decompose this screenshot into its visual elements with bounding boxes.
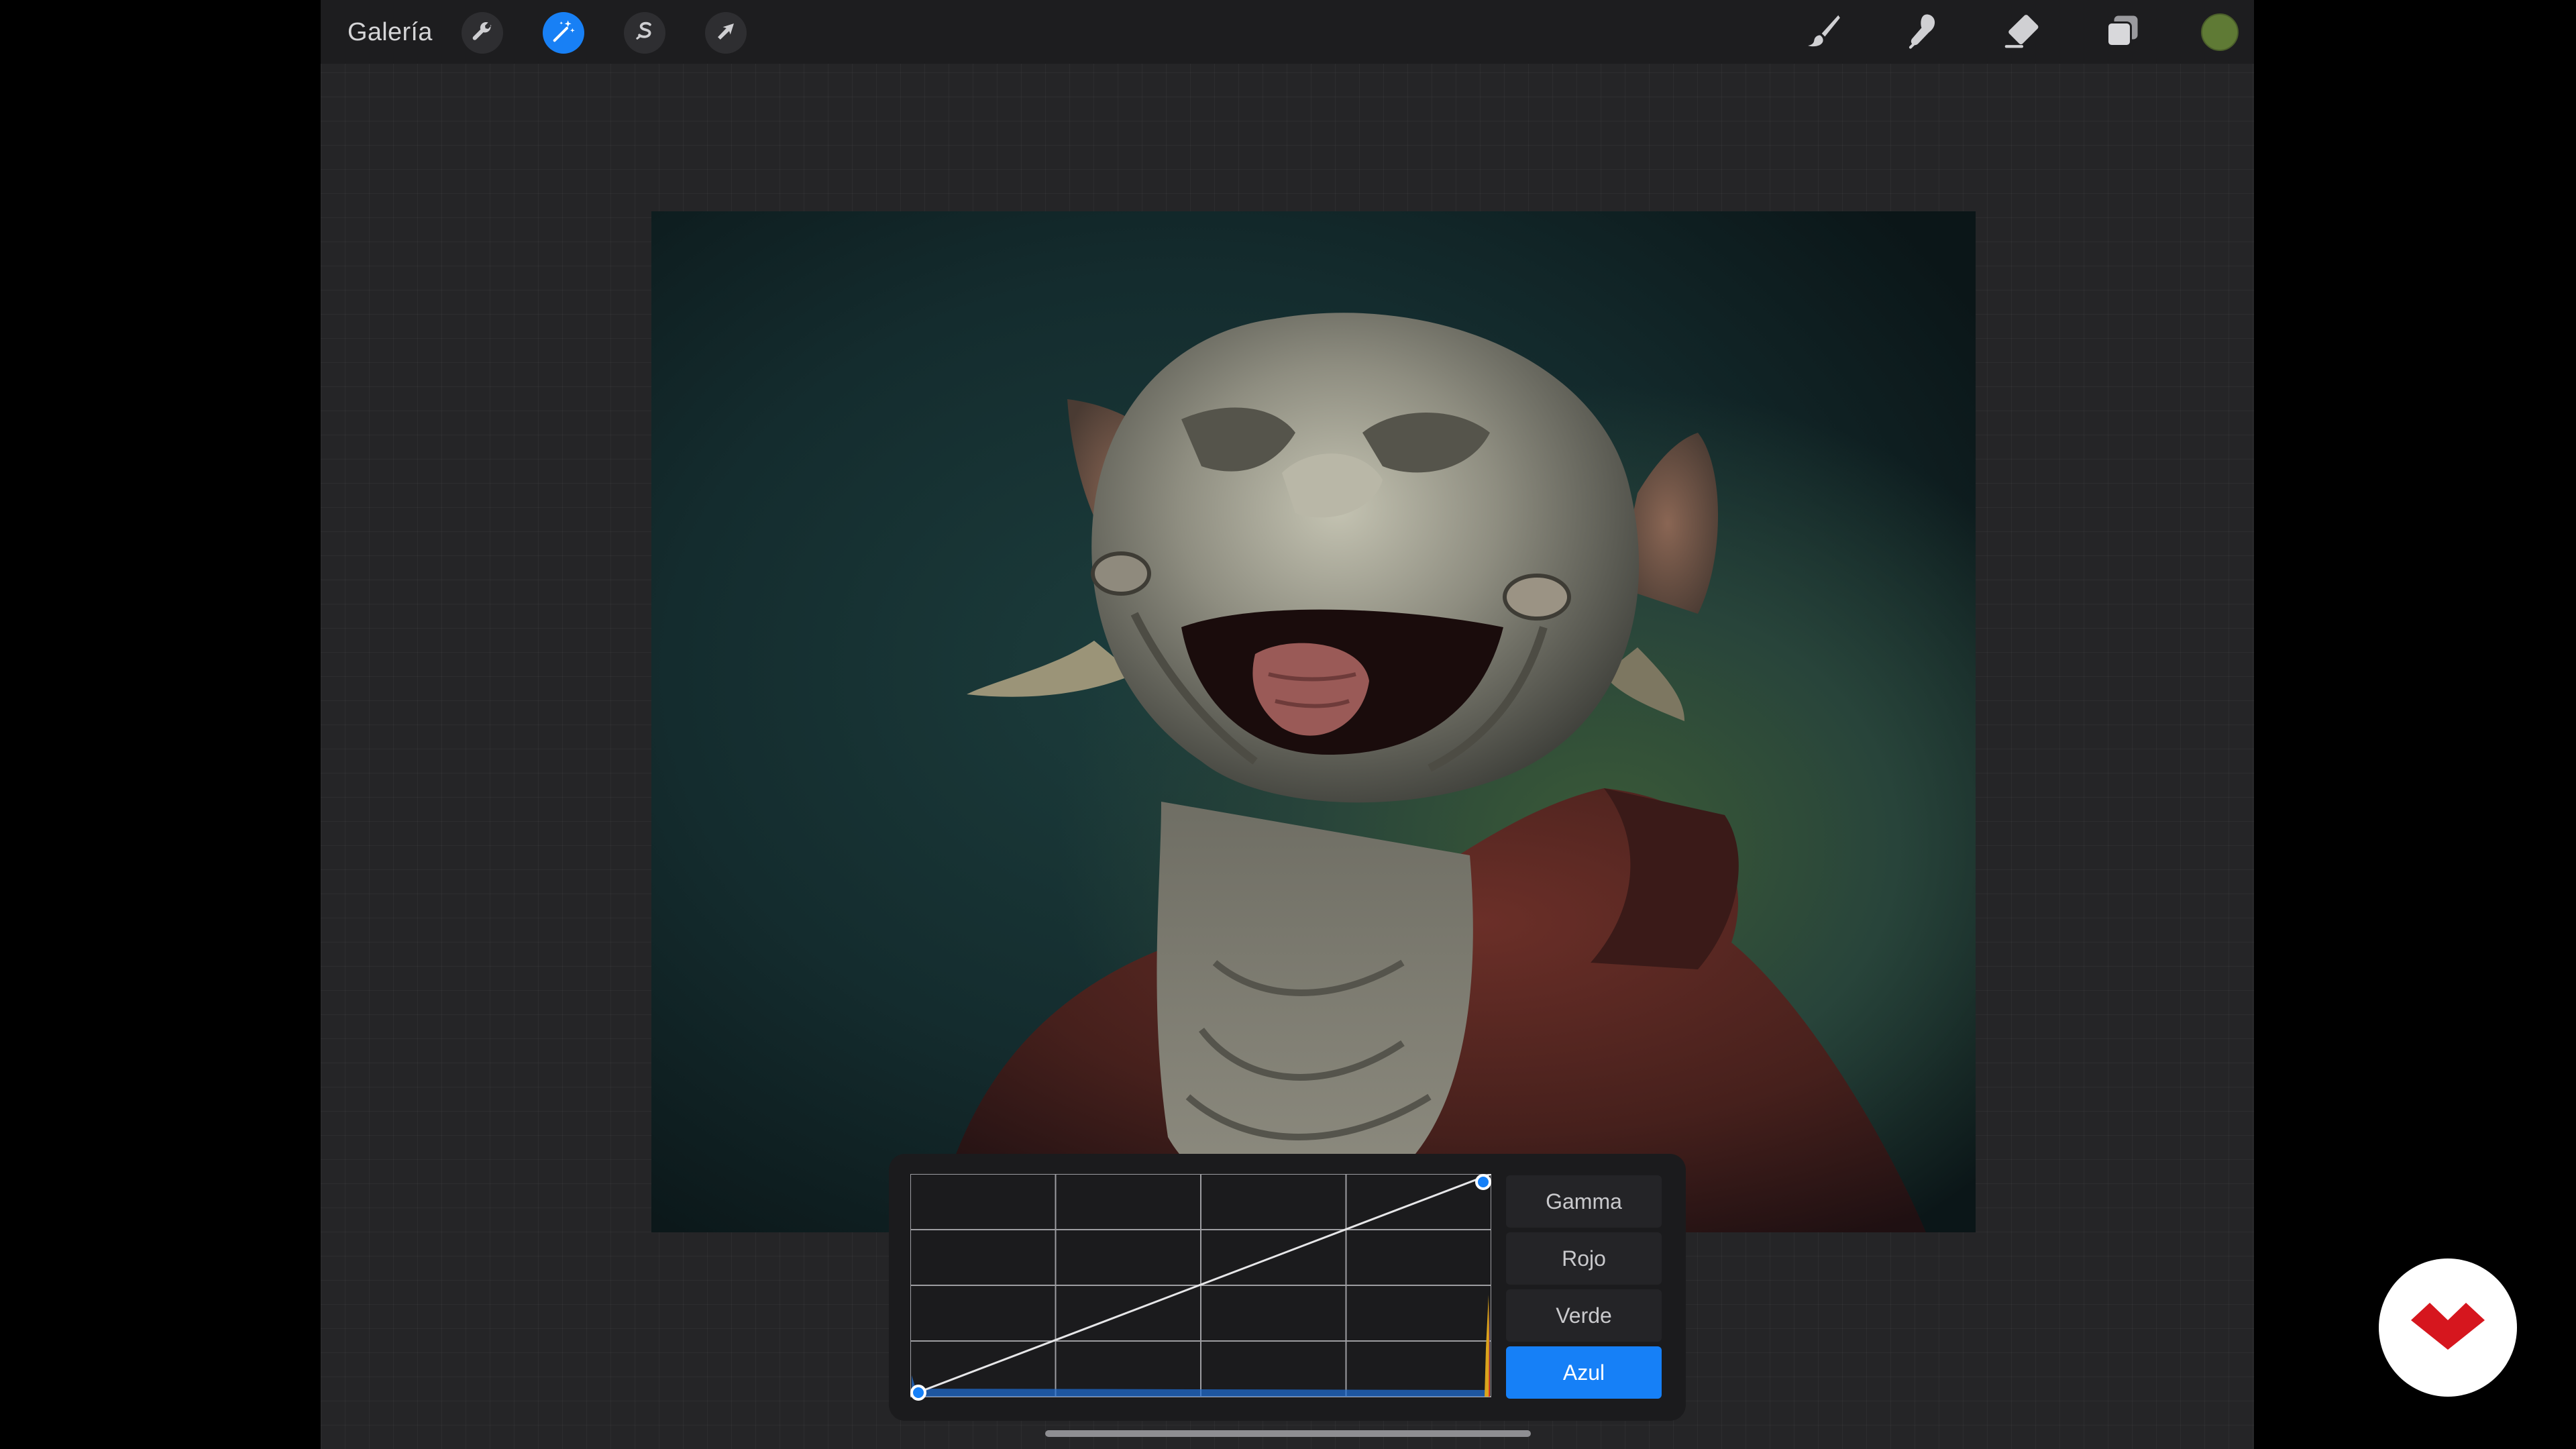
brush-button[interactable] bbox=[1801, 11, 1844, 54]
home-indicator[interactable] bbox=[1045, 1430, 1531, 1437]
curves-panel: Gamma Rojo Verde Azul bbox=[889, 1154, 1686, 1421]
curve-control-point[interactable] bbox=[1475, 1174, 1491, 1190]
smudge-finger-icon bbox=[1902, 10, 1943, 55]
layers-icon bbox=[2102, 11, 2143, 54]
arrow-cursor-icon bbox=[714, 19, 738, 47]
smudge-button[interactable] bbox=[1901, 11, 1944, 54]
artwork-canvas[interactable] bbox=[651, 211, 1976, 1232]
procreate-screen: Galería Gamma Rojo Verde Azul bbox=[321, 0, 2254, 1449]
watermark-logo bbox=[2379, 1258, 2517, 1397]
brush-icon bbox=[1802, 10, 1843, 55]
selection-s-icon bbox=[632, 19, 657, 48]
creature-portrait-illustration bbox=[933, 313, 1926, 1232]
magic-wand-icon bbox=[550, 18, 577, 48]
actions-button[interactable] bbox=[462, 12, 503, 54]
channel-gamma-button[interactable]: Gamma bbox=[1506, 1175, 1662, 1228]
layers-button[interactable] bbox=[2101, 11, 2144, 54]
eraser-button[interactable] bbox=[2000, 11, 2043, 54]
curves-graph[interactable] bbox=[910, 1174, 1491, 1402]
channel-blue-button[interactable]: Azul bbox=[1506, 1346, 1662, 1399]
gallery-button[interactable]: Galería bbox=[347, 12, 433, 52]
eraser-icon bbox=[2001, 10, 2043, 55]
red-chevron-logo-icon bbox=[2411, 1302, 2485, 1353]
channel-red-button[interactable]: Rojo bbox=[1506, 1232, 1662, 1285]
curve-control-point[interactable] bbox=[910, 1385, 926, 1401]
color-picker-button[interactable] bbox=[2201, 13, 2239, 51]
top-toolbar: Galería bbox=[321, 0, 2254, 64]
wrench-icon bbox=[470, 19, 495, 48]
selection-button[interactable] bbox=[624, 12, 665, 54]
transform-button[interactable] bbox=[705, 12, 747, 54]
channel-green-button[interactable]: Verde bbox=[1506, 1289, 1662, 1342]
adjustments-button[interactable] bbox=[543, 12, 584, 54]
